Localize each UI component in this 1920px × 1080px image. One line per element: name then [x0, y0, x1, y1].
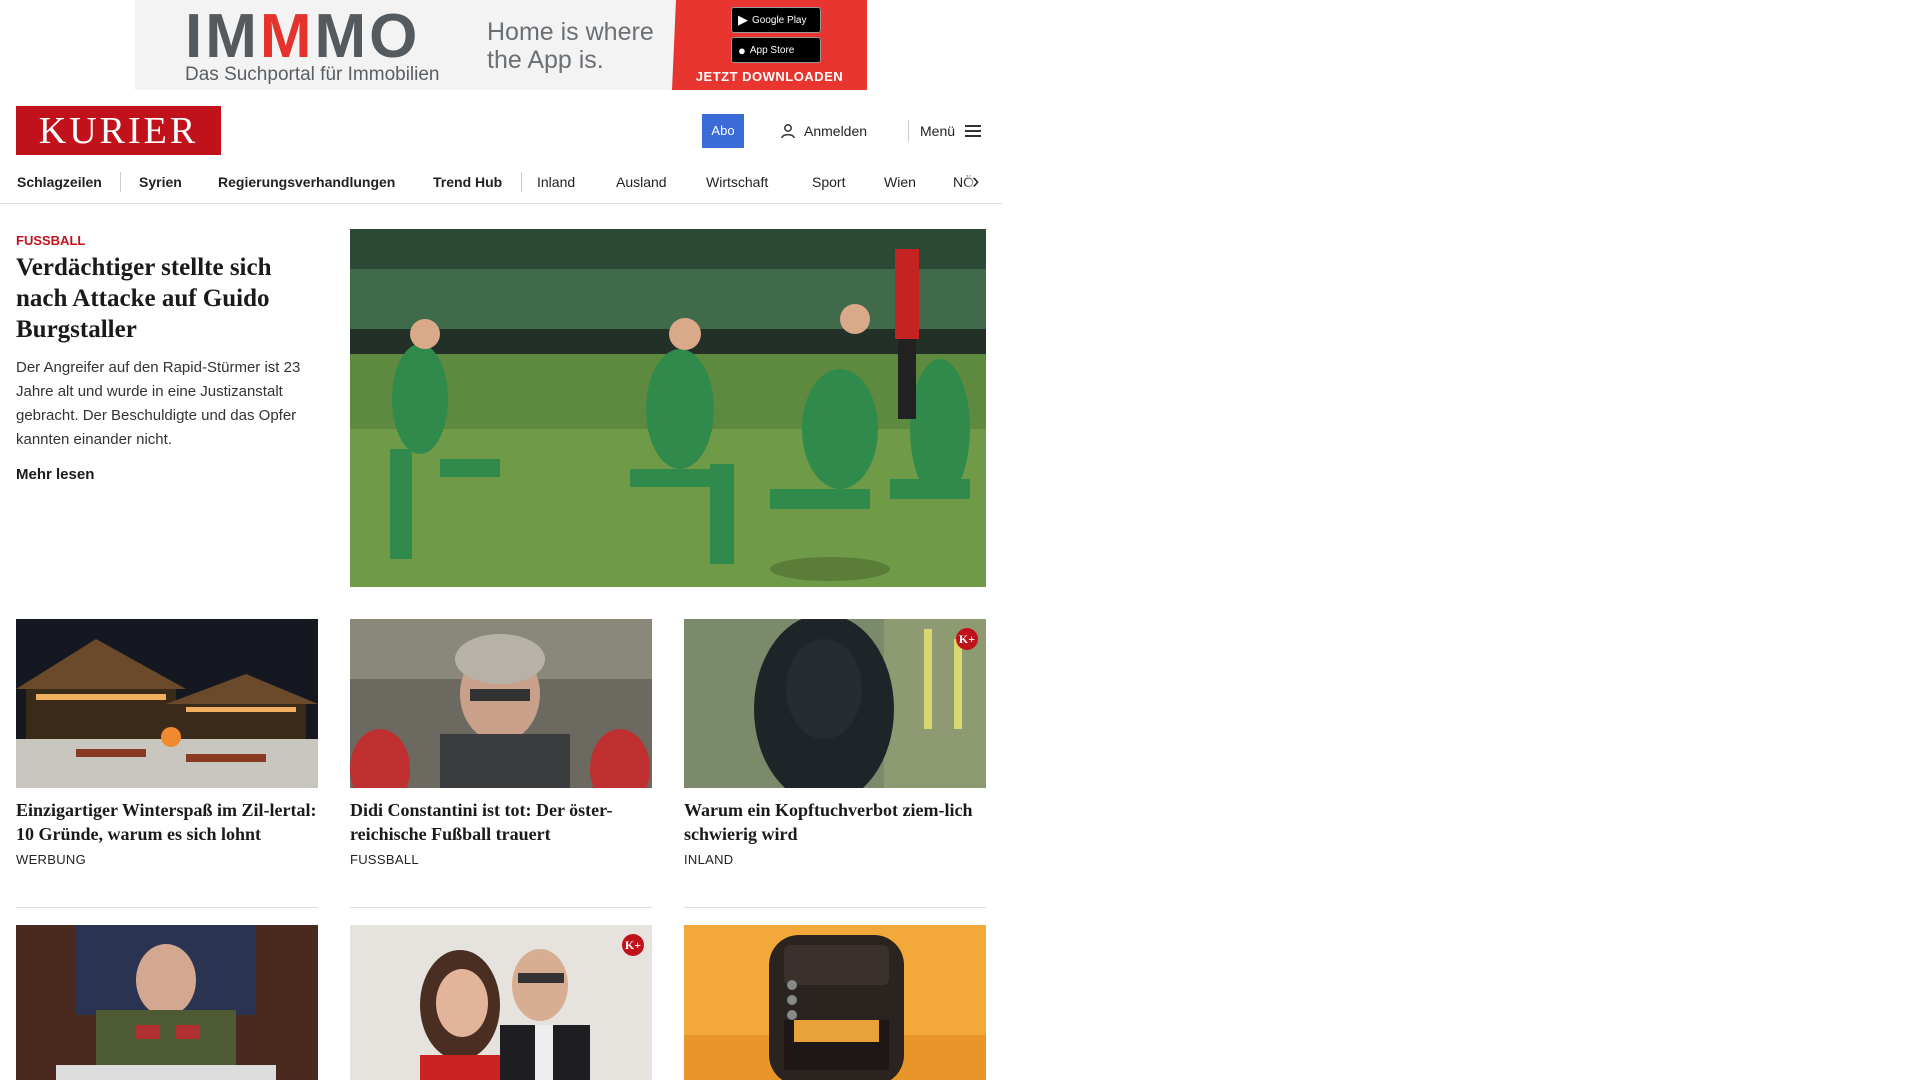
air-fryer-photo: [684, 925, 986, 1080]
ad-banner[interactable]: IMMMO Das Suchportal für Immobilien Home…: [135, 0, 867, 90]
nav-scroll-right-icon[interactable]: ›: [964, 160, 1002, 203]
article-title[interactable]: Warum ein Kopftuchverbot ziem-lich schwi…: [684, 798, 986, 846]
abo-button[interactable]: Abo: [702, 114, 744, 148]
header-divider: [908, 120, 909, 142]
play-icon: ▶: [738, 12, 748, 27]
read-more-link[interactable]: Mehr lesen: [16, 466, 94, 483]
article-category[interactable]: INLAND: [684, 852, 986, 867]
nav-item-trend-hub[interactable]: Trend Hub: [433, 160, 502, 203]
article-image[interactable]: K+: [350, 925, 652, 1080]
football-players-photo: [350, 229, 986, 587]
row-divider: [684, 907, 986, 908]
article-card[interactable]: [16, 925, 318, 1080]
user-icon: [781, 124, 795, 139]
headscarf-photo: [684, 619, 986, 788]
article-image[interactable]: [350, 619, 652, 788]
menu-label: Menü: [920, 123, 956, 139]
row-divider: [16, 907, 318, 908]
login-button[interactable]: Anmelden: [780, 114, 867, 148]
nav-item-syrien[interactable]: Syrien: [139, 160, 182, 203]
nav-item-ausland[interactable]: Ausland: [616, 160, 667, 203]
lead-teaser: Der Angreifer auf den Rapid-Stürmer ist …: [16, 359, 301, 448]
nav-item-sport[interactable]: Sport: [812, 160, 845, 203]
nav-separator: [120, 172, 121, 192]
coach-portrait-photo: [350, 619, 652, 788]
login-label: Anmelden: [804, 123, 868, 139]
ad-subtitle: Das Suchportal für Immobilien: [185, 64, 440, 85]
article-title[interactable]: Didi Constantini ist tot: Der öster-reic…: [350, 798, 652, 846]
app-store-label: App Store: [749, 44, 795, 56]
premium-badge: K+: [622, 934, 644, 956]
lead-title[interactable]: Verdächtiger stellte sich nach Attacke a…: [16, 252, 316, 345]
ad-cta[interactable]: JETZT DOWNLOADEN: [672, 69, 867, 84]
google-play-button[interactable]: ▶ Google Play: [731, 7, 821, 33]
ad-left-panel: IMMMO Das Suchportal für Immobilien Home…: [135, 0, 672, 90]
ad-download-panel[interactable]: ▶ Google Play ● App Store JETZT DOWNLOAD…: [672, 0, 867, 90]
military-officer-photo: [16, 925, 318, 1080]
article-card[interactable]: K+: [350, 925, 652, 1080]
google-play-label: Google Play: [752, 14, 807, 26]
nav-item-schlagzeilen[interactable]: Schlagzeilen: [17, 160, 102, 203]
lead-kicker[interactable]: FUSSBALL: [16, 233, 85, 248]
article-card[interactable]: [684, 925, 986, 1080]
section-nav: Schlagzeilen Syrien Regierungsverhandlun…: [0, 160, 1002, 204]
nav-item-wirtschaft[interactable]: Wirtschaft: [706, 160, 768, 203]
ad-tagline: Home is where the App is.: [487, 18, 654, 74]
article-image[interactable]: [684, 925, 986, 1080]
article-category[interactable]: WERBUNG: [16, 852, 318, 867]
article-category[interactable]: FUSSBALL: [350, 852, 652, 867]
kurier-logo[interactable]: KURIER: [16, 106, 221, 155]
nav-item-regierungsverhandlungen[interactable]: Regierungsverhandlungen: [218, 160, 395, 203]
app-store-button[interactable]: ● App Store: [731, 37, 821, 63]
article-image[interactable]: [16, 619, 318, 788]
nav-item-wien[interactable]: Wien: [884, 160, 916, 203]
article-card[interactable]: Didi Constantini ist tot: Der öster-reic…: [350, 619, 652, 867]
celebrity-couple-photo: [350, 925, 652, 1080]
apple-icon: ●: [738, 42, 746, 58]
nav-item-inland[interactable]: Inland: [537, 160, 575, 203]
menu-button[interactable]: Menü: [920, 114, 982, 148]
premium-badge: K+: [956, 628, 978, 650]
hamburger-icon: [965, 125, 982, 137]
lead-image[interactable]: [350, 229, 986, 587]
article-image[interactable]: K+: [684, 619, 986, 788]
article-card[interactable]: K+ Warum ein Kopftuchverbot ziem-lich sc…: [684, 619, 986, 867]
winter-village-photo: [16, 619, 318, 788]
article-title[interactable]: Einzigartiger Winterspaß im Zil-lertal: …: [16, 798, 318, 846]
row-divider: [350, 907, 652, 908]
article-image[interactable]: [16, 925, 318, 1080]
article-card[interactable]: Einzigartiger Winterspaß im Zil-lertal: …: [16, 619, 318, 867]
nav-separator: [521, 172, 522, 192]
ad-logo: IMMMO: [185, 2, 421, 71]
